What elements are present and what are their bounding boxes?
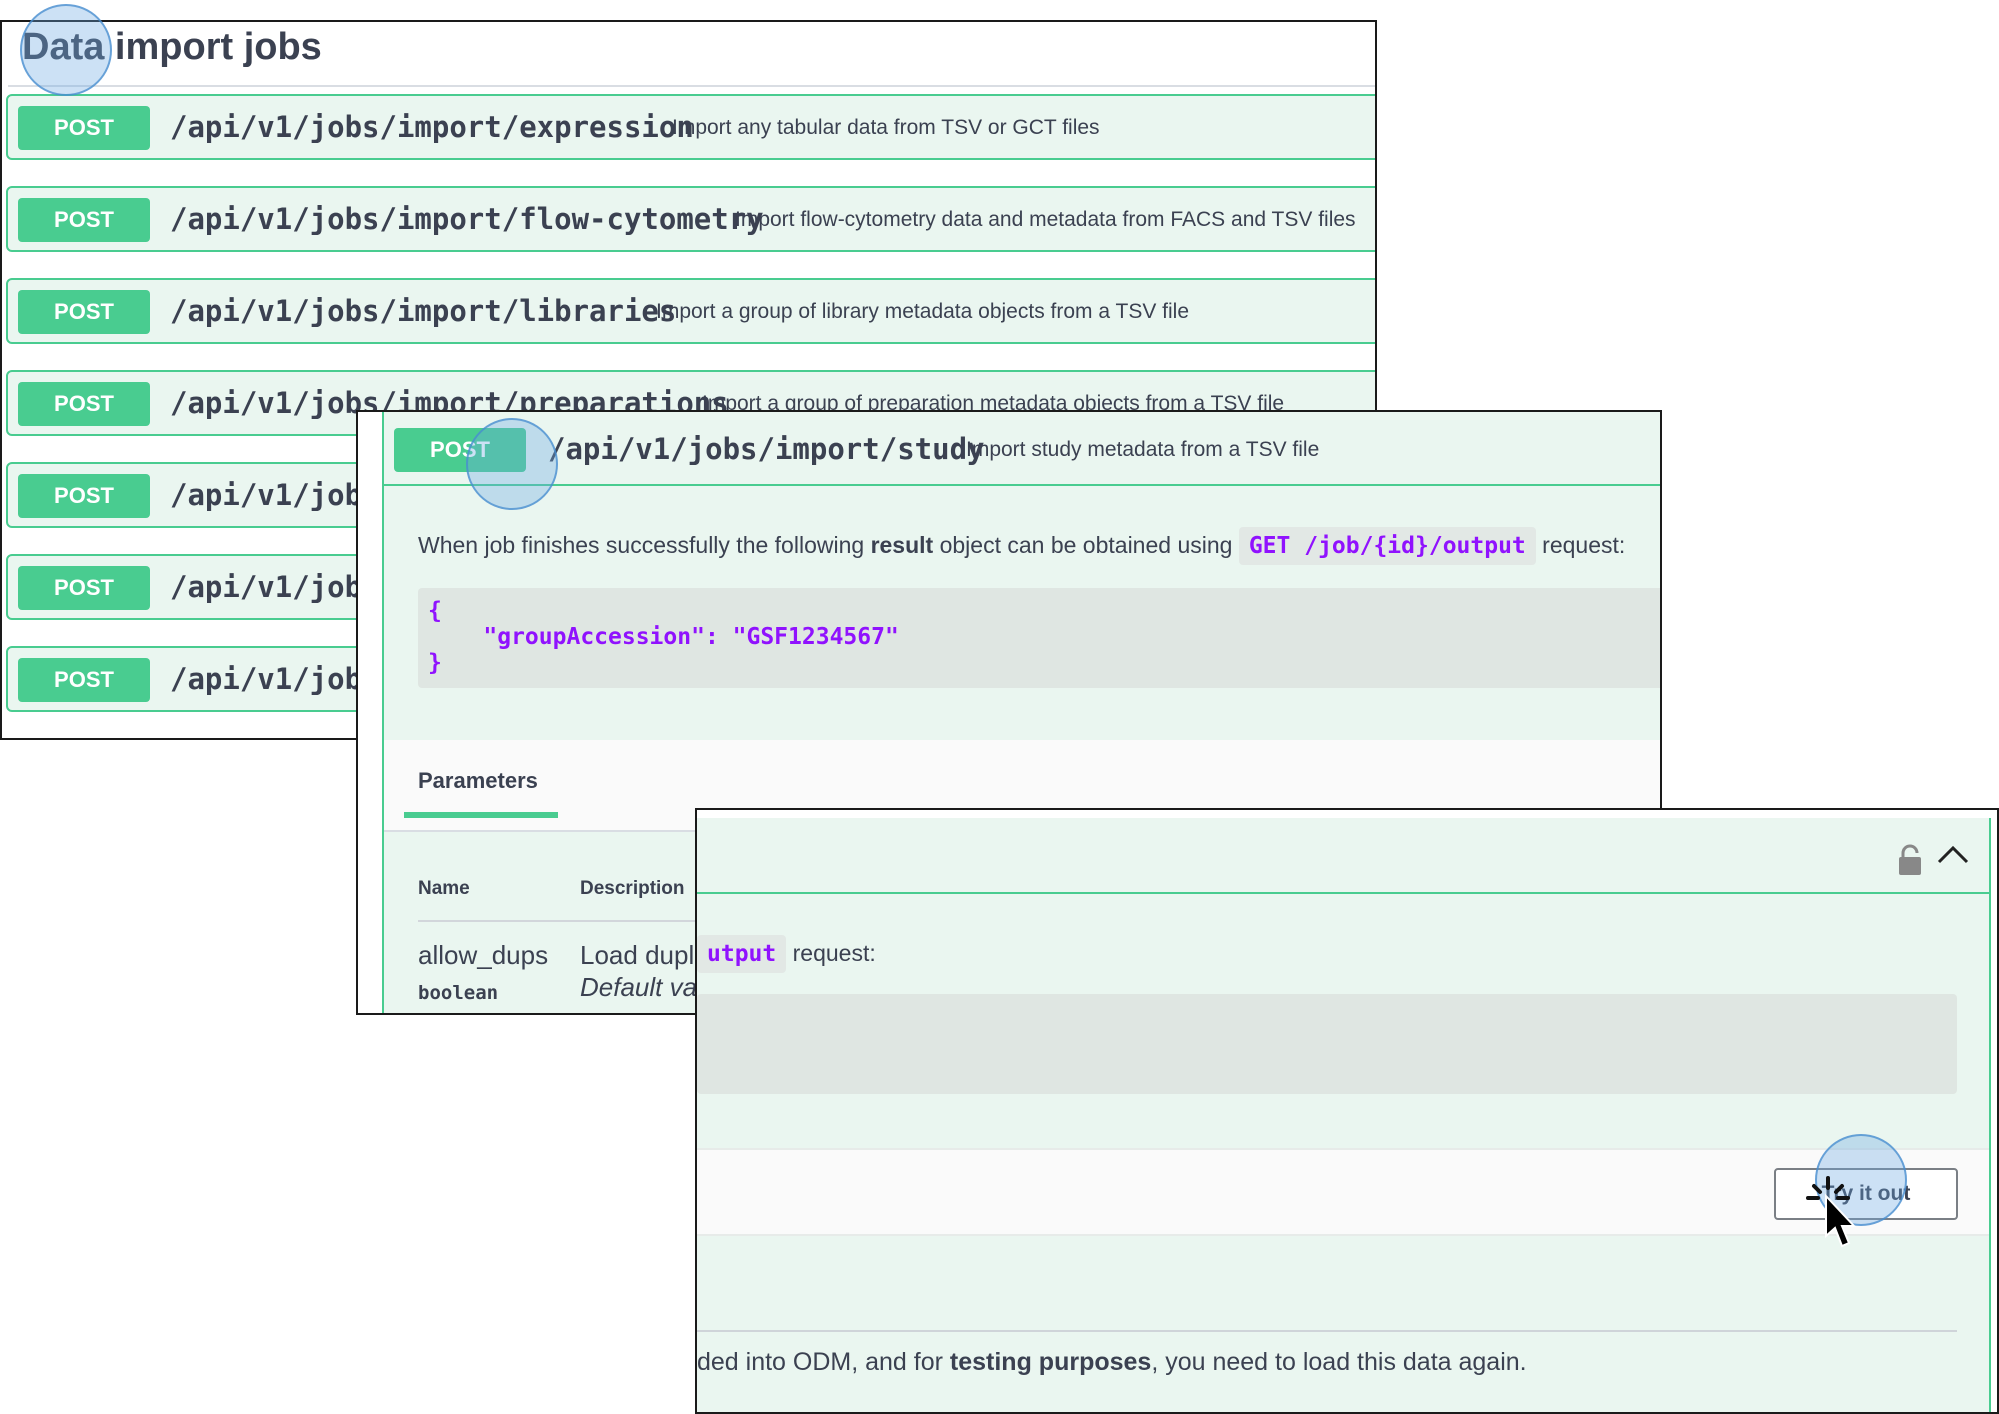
tab-parameters[interactable]: Parameters (418, 768, 538, 794)
result-text: request: (1535, 532, 1626, 558)
method-badge: POST (18, 198, 150, 242)
operation-description: Import any tabular data from TSV or GCT … (672, 116, 1100, 139)
operation-path: /api/v1/jobs/import/flow-cytometry (170, 202, 764, 236)
divider (697, 1330, 1957, 1332)
operation-description: Import a group of library metadata objec… (656, 300, 1190, 323)
column-header-name: Name (418, 878, 470, 899)
info-text-part: , you need to load this data again. (1151, 1348, 1527, 1376)
param-default: Default va (580, 972, 698, 1002)
output-endpoint-code: GET /job/{id}/output (1238, 527, 1536, 565)
operation-path: /api/v1/jobs/import/expression (170, 110, 694, 144)
code-line: } (428, 650, 442, 676)
result-description-tail: utput request: (697, 935, 876, 973)
result-text: request: (786, 940, 876, 966)
operation-path: /api/v1/jobs (170, 570, 380, 604)
result-code-block (697, 994, 1957, 1094)
operation-path: /api/v1/jobs/import/study (548, 432, 985, 466)
method-badge: POST (18, 290, 150, 334)
operation-path: /api/v1/jobs (170, 478, 380, 512)
click-cursor-icon (1806, 1176, 1857, 1248)
output-endpoint-code: utput (697, 935, 787, 973)
operation-expanded-block: utput request: Try it out ded into ODM, … (697, 818, 1991, 1412)
operation-row-flow-cytometry[interactable]: POST /api/v1/jobs/import/flow-cytometry … (6, 186, 1375, 252)
operation-description: Import flow-cytometry data and metadata … (735, 208, 1356, 231)
chevron-up-icon[interactable] (1937, 844, 1969, 866)
result-description: When job finishes successfully the follo… (418, 527, 1626, 565)
info-text-part: ded into ODM, and for (697, 1348, 950, 1376)
header-divider (697, 892, 1989, 894)
operation-description: Import study metadata from a TSV file (966, 438, 1320, 461)
method-badge: POST (18, 474, 150, 518)
info-text-bold: testing purposes (949, 1348, 1152, 1376)
click-indicator-circle (466, 418, 558, 510)
click-indicator-circle (20, 4, 112, 96)
method-badge: POST (18, 566, 150, 610)
result-code-block: { "groupAccession": "GSF1234567" } (418, 588, 1660, 688)
result-bold: result (870, 532, 934, 558)
param-description: Load dupl (580, 940, 695, 970)
column-header-description: Description (580, 878, 685, 899)
code-line: "groupAccession": "GSF1234567" (428, 624, 899, 650)
active-tab-underline (404, 812, 558, 818)
operation-path: /api/v1/jobs/import/libraries (170, 294, 677, 328)
operation-path: /api/v1/jobs (170, 662, 380, 696)
try-it-out-panel: utput request: Try it out ded into ODM, … (695, 808, 1999, 1414)
info-text: ded into ODM, and for testing purposes, … (697, 1348, 1527, 1377)
lock-icon[interactable] (1897, 844, 1923, 876)
title-divider (8, 85, 1375, 87)
result-text: When job finishes successfully the follo… (418, 532, 871, 558)
param-type: boolean (418, 982, 499, 1004)
method-badge: POST (18, 658, 150, 702)
method-badge: POST (18, 106, 150, 150)
operation-header-study[interactable]: POST /api/v1/jobs/import/study Import st… (384, 412, 1660, 486)
result-text: object can be obtained using (933, 532, 1239, 558)
method-badge: POST (18, 382, 150, 426)
param-name: allow_dups (418, 940, 549, 970)
code-line: { (428, 598, 442, 624)
operation-row-libraries[interactable]: POST /api/v1/jobs/import/libraries Impor… (6, 278, 1375, 344)
operation-row-expression[interactable]: POST /api/v1/jobs/import/expression Impo… (6, 94, 1375, 160)
